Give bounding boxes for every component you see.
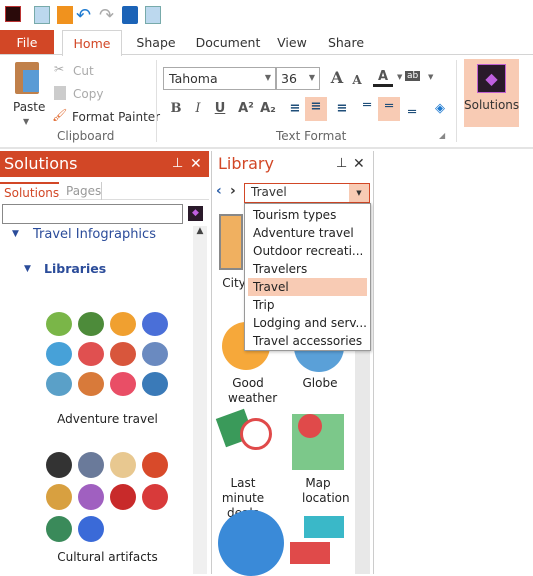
cut-icon: ✂	[54, 62, 65, 76]
item-label: Map location	[302, 476, 350, 505]
save-icon[interactable]	[122, 6, 138, 24]
close-icon[interactable]: ✕	[353, 151, 365, 177]
dropdown-option[interactable]: Travelers	[248, 260, 367, 278]
library-panel-title: Library	[218, 154, 274, 173]
library-select-value: Travel	[251, 185, 287, 199]
tab-pages[interactable]: Pages	[60, 182, 102, 200]
format-painter-icon: 🖌	[52, 108, 68, 122]
tree-root[interactable]: Travel Infographics	[33, 227, 156, 242]
align-center-icon[interactable]: ≡	[305, 97, 327, 121]
dropdown-option[interactable]: Outdoor recreati...	[248, 242, 367, 260]
back-icon[interactable]: ‹	[216, 183, 222, 199]
align-bottom-icon[interactable]: ═	[402, 103, 422, 123]
grow-font-icon[interactable]: A	[327, 68, 347, 88]
highlight-button[interactable]: ab	[405, 71, 421, 81]
dropdown-option[interactable]: Lodging and serv...	[248, 314, 367, 332]
tab-solutions[interactable]: Solutions	[0, 182, 59, 201]
library-dropdown-list: Tourism types Adventure travel Outdoor r…	[244, 203, 371, 351]
paste-icon	[15, 62, 39, 94]
tab-home[interactable]: Home	[62, 30, 122, 56]
bold-button[interactable]: B	[166, 99, 186, 119]
chevron-down-icon[interactable]: ▼	[428, 73, 433, 81]
library-panel-header: Library ⊥ ✕	[214, 151, 372, 177]
app-icon	[5, 6, 21, 22]
text-format-group-label: Text Format	[276, 129, 347, 143]
dropdown-option[interactable]: Trip	[248, 296, 367, 314]
solutions-label: Solutions	[464, 98, 520, 112]
redo-icon[interactable]: ↷	[99, 5, 114, 26]
dialog-launcher-icon[interactable]: ◢	[439, 131, 445, 140]
world-icon[interactable]	[218, 510, 284, 576]
tab-share[interactable]: Share	[325, 30, 367, 55]
library-label: Cultural artifacts	[57, 550, 158, 564]
chat-icon[interactable]	[290, 516, 350, 566]
tree-expand-icon[interactable]: ▼	[24, 264, 31, 274]
print-preview-icon[interactable]	[145, 6, 161, 24]
font-select[interactable]: Tahoma ▼	[163, 67, 276, 90]
dropdown-option[interactable]: Travel accessories	[248, 332, 367, 350]
italic-button[interactable]: I	[188, 99, 208, 119]
font-size-select[interactable]: 36 ▼	[276, 67, 320, 90]
align-right-icon[interactable]: ≡	[332, 99, 352, 119]
cut-button[interactable]: Cut	[73, 64, 94, 78]
map-location-icon[interactable]	[292, 414, 344, 470]
library-select[interactable]: Travel ▼	[244, 183, 370, 203]
chevron-down-icon[interactable]: ▼	[397, 73, 402, 81]
close-icon[interactable]: ✕	[190, 151, 202, 177]
align-middle-icon[interactable]: ═	[378, 97, 400, 121]
chevron-down-icon: ▼	[264, 73, 271, 82]
text-box-icon[interactable]: ◈	[430, 99, 450, 119]
open-icon[interactable]	[57, 6, 73, 24]
tree-libraries[interactable]: Libraries	[44, 261, 106, 276]
shrink-font-icon[interactable]: A	[347, 70, 367, 90]
new-icon[interactable]	[34, 6, 50, 24]
paste-dropdown-icon[interactable]: ▼	[23, 117, 29, 126]
pin-icon[interactable]: ⊥	[172, 151, 183, 177]
format-painter-button[interactable]: Format Painter	[72, 110, 160, 124]
canvas[interactable]	[374, 151, 533, 574]
clipboard-group-label: Clipboard	[57, 129, 115, 143]
library-label: Adventure travel	[57, 412, 158, 426]
scrollbar[interactable]: ▲	[193, 226, 207, 574]
solutions-panel-header: Solutions ⊥ ✕	[0, 151, 209, 177]
copy-icon	[54, 86, 66, 100]
dropdown-option[interactable]: Tourism types	[248, 206, 367, 224]
underline-button[interactable]: U	[210, 99, 230, 119]
tab-shape[interactable]: Shape	[128, 30, 184, 55]
font-size-value: 36	[281, 71, 297, 86]
last-minute-deals-icon[interactable]	[215, 408, 280, 469]
item-label: Good weather	[228, 376, 278, 405]
library-thumb-cultural[interactable]	[40, 450, 175, 545]
tab-view[interactable]: View	[272, 30, 312, 55]
search-input[interactable]	[2, 204, 183, 224]
dropdown-option[interactable]: Adventure travel	[248, 224, 367, 242]
pin-icon[interactable]: ⊥	[336, 151, 347, 177]
copy-button[interactable]: Copy	[73, 87, 103, 101]
font-color-button[interactable]: A	[373, 67, 393, 87]
align-top-icon[interactable]: ═	[357, 96, 377, 116]
search-icon[interactable]: ◆	[188, 206, 203, 221]
dropdown-option-selected[interactable]: Travel	[248, 278, 367, 296]
item-label: Globe	[302, 376, 338, 390]
forward-icon[interactable]: ›	[230, 183, 236, 199]
tab-file[interactable]: File	[0, 30, 54, 55]
align-left-icon[interactable]: ≡	[285, 99, 305, 119]
paste-button[interactable]: Paste	[13, 100, 45, 114]
superscript-icon[interactable]: A²	[236, 99, 256, 119]
city-icon	[219, 214, 243, 270]
tab-document[interactable]: Document	[190, 30, 266, 55]
undo-icon[interactable]: ↶	[76, 5, 91, 26]
library-thumb-adventure[interactable]	[40, 310, 175, 410]
solutions-button[interactable]: ◆ Solutions	[464, 59, 519, 127]
chevron-down-icon: ▼	[308, 73, 315, 82]
chevron-down-icon[interactable]: ▼	[349, 184, 369, 202]
solutions-icon: ◆	[477, 64, 506, 93]
solutions-panel-title: Solutions	[4, 154, 78, 173]
font-value: Tahoma	[169, 71, 218, 86]
subscript-icon[interactable]: A₂	[258, 99, 278, 119]
tree-expand-icon[interactable]: ▼	[12, 229, 19, 239]
scroll-up-icon[interactable]: ▲	[193, 226, 207, 236]
